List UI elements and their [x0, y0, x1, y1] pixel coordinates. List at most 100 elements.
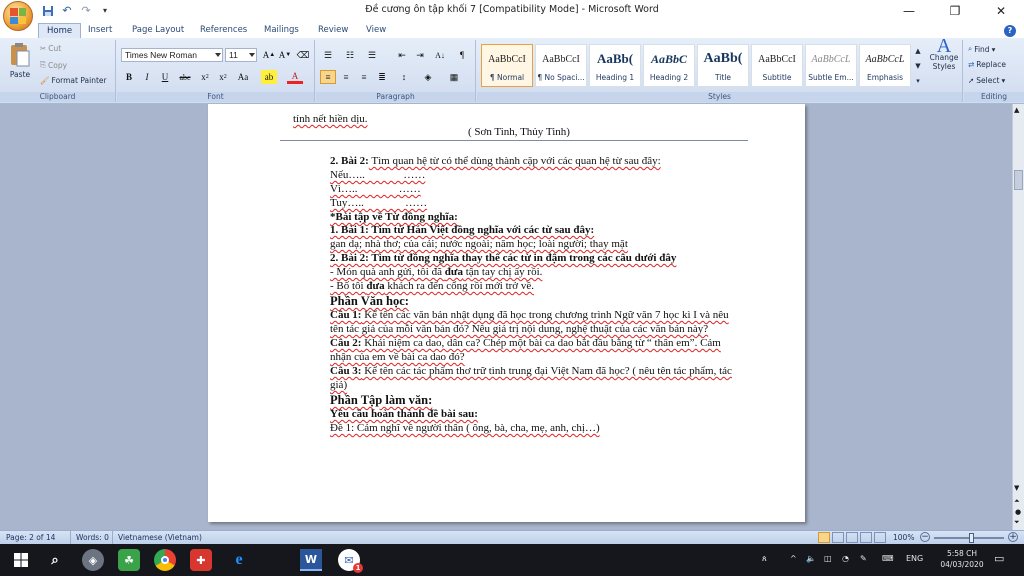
zoom-level[interactable]: 100%	[893, 533, 914, 542]
word-count[interactable]: Words: 0	[76, 533, 109, 542]
zoom-in-icon[interactable]: +	[1008, 532, 1018, 542]
browse-object-icon[interactable]: ●	[1015, 508, 1021, 516]
tab-review[interactable]: Review	[310, 23, 356, 38]
increase-indent-icon[interactable]: ⇥	[412, 48, 428, 62]
style-subtle-emphasis[interactable]: AaBbCcL Subtle Em...	[805, 44, 857, 87]
search-icon[interactable]: ⌕	[44, 549, 66, 571]
restore-icon[interactable]: ❐	[932, 0, 978, 22]
style-subtitle[interactable]: AaBbCcI Subtitle	[751, 44, 803, 87]
decrease-indent-icon[interactable]: ⇤	[394, 48, 410, 62]
tab-home[interactable]: Home	[38, 23, 82, 38]
language-indicator[interactable]: Vietnamese (Vietnam)	[118, 533, 202, 542]
scroll-thumb[interactable]	[1014, 170, 1023, 190]
close-icon[interactable]: ✕	[978, 0, 1024, 22]
multilevel-list-icon[interactable]: ☰	[364, 48, 380, 62]
next-page-icon[interactable]: ⏷	[1014, 518, 1020, 527]
font-family-select[interactable]: Times New Roman	[121, 48, 223, 62]
align-center-icon[interactable]: ≡	[338, 70, 354, 84]
style-title[interactable]: AaBb(Title	[697, 44, 749, 87]
page-count[interactable]: Page: 2 of 14	[6, 533, 55, 542]
borders-icon[interactable]: ▦	[446, 70, 462, 84]
numbering-icon[interactable]: ☷	[342, 48, 358, 62]
office-button[interactable]	[3, 1, 33, 31]
select-button[interactable]: ➚ Select ▾	[968, 76, 1005, 85]
help-icon[interactable]: ?	[1004, 25, 1016, 37]
wifi-icon[interactable]: ◔	[842, 554, 849, 563]
copy-button[interactable]: ⎘ Copy	[40, 60, 67, 70]
replace-button[interactable]: ⇄ Replace	[968, 60, 1006, 69]
word-taskbar-icon[interactable]: W	[300, 549, 322, 571]
app-shield-icon[interactable]: ◈	[82, 549, 104, 571]
change-case-icon[interactable]: Aa	[235, 70, 251, 84]
find-button[interactable]: ⌕ Find ▾	[968, 44, 995, 54]
shrink-font-icon[interactable]: A ▼	[277, 48, 293, 62]
font-color-icon[interactable]: A	[287, 70, 303, 84]
start-button[interactable]	[10, 549, 32, 571]
grow-font-icon[interactable]: A ▲	[261, 48, 277, 62]
chrome-icon[interactable]	[154, 549, 176, 571]
volume-icon[interactable]: 🔈	[806, 554, 816, 563]
window-controls: — ❐ ✕	[886, 0, 1024, 22]
style-heading-1[interactable]: AaBb(Heading 1	[589, 44, 641, 87]
paste-button[interactable]: Paste	[6, 42, 34, 79]
format-painter-button[interactable]: 🖌 Format Painter	[40, 76, 107, 85]
style-normal[interactable]: AaBbCcI ¶ Normal	[481, 44, 533, 87]
italic-icon[interactable]: I	[139, 70, 155, 84]
change-styles-button[interactable]: A Change Styles	[927, 36, 961, 71]
pen-icon[interactable]: ✎	[860, 554, 867, 563]
line-spacing-icon[interactable]: ↕	[396, 70, 412, 84]
strikethrough-icon[interactable]: abc	[177, 70, 193, 84]
styles-scroll[interactable]: ▲ ▼ ▾	[913, 44, 923, 87]
doc-line: 1. Bài 1: Tìm từ Hán Việt đồng nghĩa với…	[330, 224, 594, 237]
tab-view[interactable]: View	[358, 23, 394, 38]
web-layout-icon[interactable]	[846, 532, 858, 543]
keyboard-icon[interactable]: ⌨	[882, 554, 894, 563]
style-no-spacing[interactable]: AaBbCcI ¶ No Spaci...	[535, 44, 587, 87]
clear-formatting-icon[interactable]: ⌫	[295, 48, 311, 62]
full-screen-reading-icon[interactable]	[832, 532, 844, 543]
show-marks-icon[interactable]: ¶	[454, 48, 470, 62]
superscript-icon[interactable]: x2	[215, 70, 231, 84]
zoom-slider-thumb[interactable]	[969, 533, 974, 543]
minimize-icon[interactable]: —	[886, 0, 932, 22]
outline-icon[interactable]	[860, 532, 872, 543]
app-red-icon[interactable]: ✚	[190, 549, 212, 571]
previous-page-icon[interactable]: ⏶	[1014, 497, 1020, 506]
tab-references[interactable]: References	[192, 23, 255, 38]
align-left-icon[interactable]: ≡	[320, 70, 336, 84]
zoom-out-icon[interactable]: −	[920, 532, 930, 542]
highlight-icon[interactable]: ab	[261, 70, 277, 84]
clock[interactable]: 5:58 CH 04/03/2020	[940, 548, 984, 570]
language-tray[interactable]: ENG	[906, 554, 923, 563]
zoom-slider[interactable]	[934, 533, 1004, 543]
tab-mailings[interactable]: Mailings	[256, 23, 307, 38]
sort-icon[interactable]: A↓	[432, 48, 448, 62]
scroll-up-icon[interactable]: ▲	[1014, 106, 1019, 114]
print-layout-icon[interactable]	[818, 532, 830, 543]
font-size-select[interactable]: 11	[225, 48, 257, 62]
document-page[interactable]: tính nết hiền dịu. ( Sơn Tinh, Thủy Tinh…	[208, 104, 805, 522]
tab-page-layout[interactable]: Page Layout	[124, 23, 192, 38]
justify-icon[interactable]: ≣	[374, 70, 390, 84]
cut-button[interactable]: ✂ Cut	[40, 44, 61, 53]
bold-icon[interactable]: B	[121, 70, 137, 84]
app-green-icon[interactable]: ☘	[118, 549, 140, 571]
scroll-down-icon[interactable]: ▼	[1014, 484, 1019, 492]
internet-explorer-icon[interactable]: e	[228, 549, 250, 571]
notifications-icon[interactable]: ▭	[994, 552, 1004, 565]
style-heading-2[interactable]: AaBbC Heading 2	[643, 44, 695, 87]
subscript-icon[interactable]: x2	[197, 70, 213, 84]
doc-text: Vì….. ……	[330, 183, 421, 195]
style-emphasis[interactable]: AaBbCcL Emphasis	[859, 44, 911, 87]
messenger-icon[interactable]: ✉ 1	[338, 549, 363, 573]
bullets-icon[interactable]: ☰	[320, 48, 336, 62]
people-icon[interactable]: ጰ	[762, 554, 767, 564]
align-right-icon[interactable]: ≡	[356, 70, 372, 84]
tray-chevron-up-icon[interactable]: ^	[790, 554, 797, 563]
tab-insert[interactable]: Insert	[80, 23, 120, 38]
shading-icon[interactable]: ◈	[420, 70, 436, 84]
vertical-scrollbar[interactable]: ▲ ▼ ⏶ ● ⏷	[1012, 104, 1024, 530]
network-icon[interactable]: ◫	[824, 554, 832, 563]
draft-icon[interactable]	[874, 532, 886, 543]
underline-icon[interactable]: U	[157, 70, 173, 84]
